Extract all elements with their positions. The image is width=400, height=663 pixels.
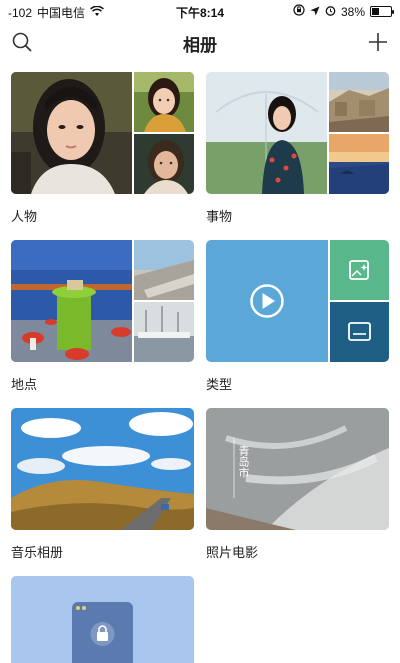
album-places[interactable] — [11, 240, 194, 362]
lock-icon — [90, 622, 115, 646]
status-right: 38% — [293, 4, 394, 19]
album-types[interactable] — [206, 240, 389, 362]
types-gif-tile — [330, 240, 389, 300]
album-music[interactable] — [11, 408, 194, 530]
page-title: 相册 — [183, 36, 217, 55]
location-icon — [310, 5, 320, 19]
album-private[interactable] — [11, 576, 194, 663]
places-thumb-1 — [134, 240, 194, 300]
private-phone-graphic — [72, 602, 133, 663]
alarm-icon — [325, 5, 336, 19]
people-thumb-1 — [134, 72, 194, 132]
image-sparkle-icon — [349, 260, 369, 280]
status-bar: -102 中国电信 下午8:14 38% — [0, 0, 400, 22]
people-main-photo — [11, 72, 132, 194]
album-movie[interactable]: 青岛市 — [206, 408, 389, 530]
places-main-photo — [11, 240, 132, 362]
album-label: 地点 — [11, 377, 38, 392]
battery-percent: 38% — [340, 4, 365, 19]
people-thumb-2 — [134, 134, 194, 194]
play-icon — [262, 293, 275, 309]
album-label: 类型 — [206, 377, 233, 392]
types-screenshot-tile — [330, 302, 389, 362]
plus-icon[interactable] — [366, 30, 390, 54]
nav-bar: 相册 — [0, 24, 400, 60]
rotation-lock-icon — [293, 4, 305, 19]
things-main-photo — [206, 72, 327, 194]
album-things[interactable] — [206, 72, 389, 194]
places-thumb-2 — [134, 302, 194, 362]
album-label: 人物 — [11, 209, 38, 224]
album-label: 音乐相册 — [11, 545, 64, 560]
things-thumb-1 — [329, 72, 389, 132]
movie-cover-photo: 青岛市 — [206, 408, 389, 530]
battery-icon — [370, 6, 394, 17]
types-video-tile — [206, 240, 328, 362]
album-label: 事物 — [206, 209, 233, 224]
image-frame-icon — [348, 322, 371, 341]
album-people[interactable] — [11, 72, 194, 194]
things-thumb-2 — [329, 134, 389, 194]
battery-fill — [372, 8, 379, 15]
music-cover-photo — [11, 408, 194, 530]
movie-location-text: 青岛市 — [237, 445, 249, 478]
album-label: 照片电影 — [206, 545, 259, 560]
